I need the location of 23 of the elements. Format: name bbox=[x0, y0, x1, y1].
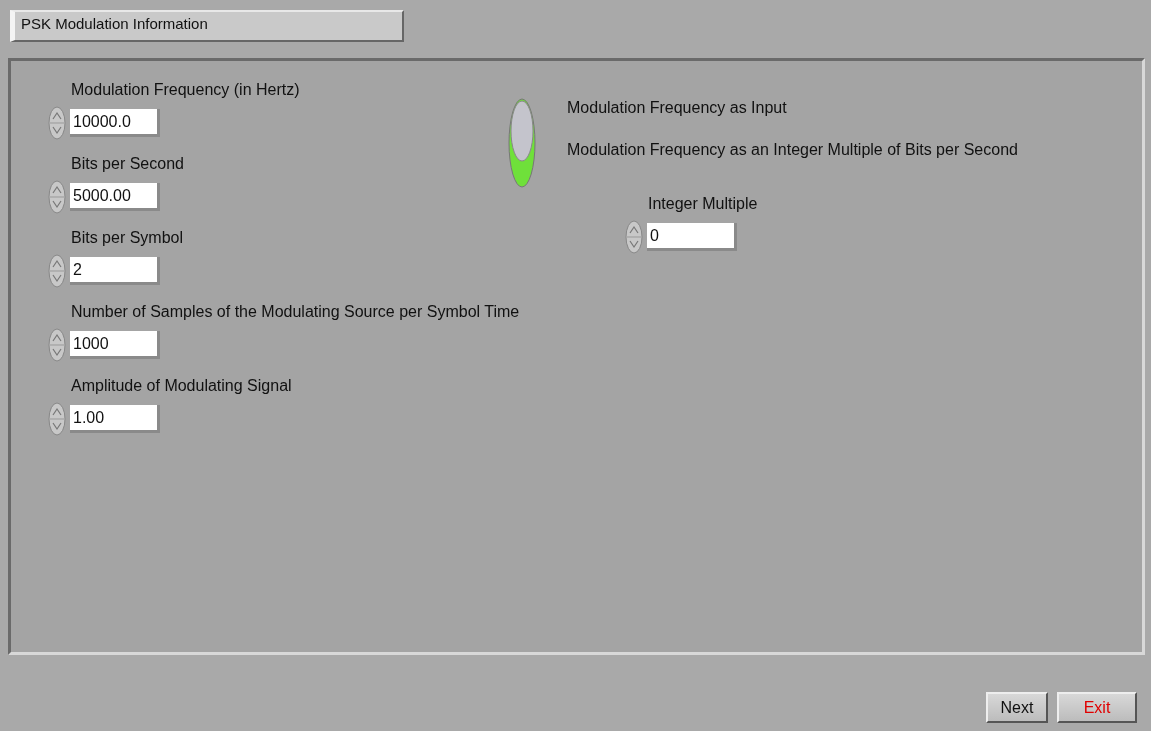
spinner-icon[interactable] bbox=[47, 105, 67, 141]
numeric-field[interactable]: 0 bbox=[647, 223, 737, 251]
spinner-icon[interactable] bbox=[624, 219, 644, 255]
field-label: Modulation Frequency (in Hertz) bbox=[71, 81, 300, 99]
field-label: Number of Samples of the Modulating Source per Symbol Time bbox=[71, 303, 520, 321]
spinner-icon[interactable] bbox=[47, 327, 67, 363]
numeric-field[interactable]: 1.00 bbox=[70, 405, 160, 433]
numeric-field[interactable]: 1000 bbox=[70, 331, 160, 359]
field-label: Amplitude of Modulating Signal bbox=[71, 377, 292, 395]
section-title: PSK Modulation Information bbox=[10, 10, 404, 42]
option-label: Modulation Frequency as an Integer Multiple of Bits per Second bbox=[567, 141, 1018, 159]
numeric-field[interactable]: 2 bbox=[70, 257, 160, 285]
next-button[interactable]: Next bbox=[986, 692, 1048, 723]
spinner-icon[interactable] bbox=[47, 253, 67, 289]
option-label: Modulation Frequency as Input bbox=[567, 99, 788, 117]
field-label: Bits per Symbol bbox=[71, 229, 184, 247]
spinner-icon[interactable] bbox=[47, 179, 67, 215]
field-label: Integer Multiple bbox=[648, 195, 758, 213]
numeric-field[interactable]: 5000.00 bbox=[70, 183, 160, 211]
field-label: Bits per Second bbox=[71, 155, 184, 173]
toggle-switch[interactable] bbox=[507, 97, 537, 189]
spinner-icon[interactable] bbox=[47, 401, 67, 437]
numeric-field[interactable]: 10000.0 bbox=[70, 109, 160, 137]
